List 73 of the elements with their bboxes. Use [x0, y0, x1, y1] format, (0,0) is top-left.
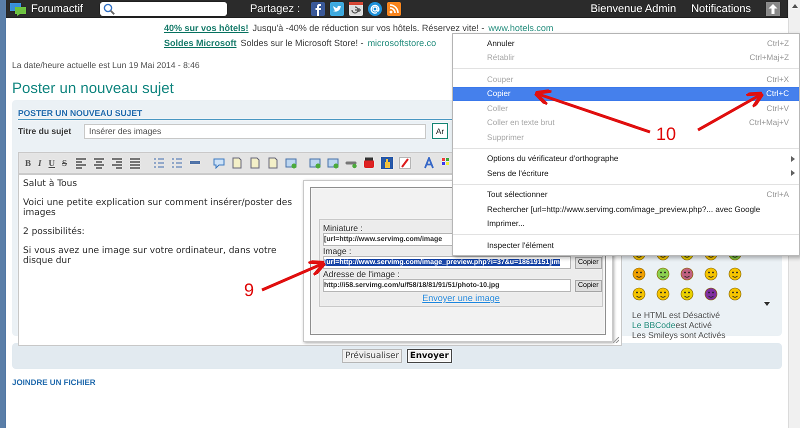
numbered-list-icon[interactable] — [171, 157, 184, 169]
ad-text: Jusqu'à -40% de réduction sur vos hôtels. Réservez vite! - — [252, 23, 484, 33]
justify-icon[interactable] — [129, 157, 142, 169]
brand-name[interactable]: Forumactif — [31, 3, 83, 15]
video-icon[interactable] — [363, 157, 376, 169]
up-arrow-icon[interactable] — [766, 2, 780, 16]
menu-item[interactable]: Imprimer... — [487, 219, 525, 228]
shortcut-text: Ctrl+Maj+Z — [749, 53, 789, 62]
send-button[interactable]: Envoyer — [407, 349, 452, 363]
shortcut-text: Ctrl+X — [766, 74, 789, 84]
menu-item[interactable]: Options du vérificateur d'orthographe — [487, 154, 618, 164]
shortcut-text: Ctrl+A — [766, 190, 789, 200]
page-title: Poster un nouveau sujet — [12, 80, 174, 99]
ad-link[interactable]: Soldes Microsoft — [164, 38, 237, 48]
subject-label: Titre du sujet — [18, 126, 72, 136]
search-icon — [102, 3, 115, 15]
menu-item[interactable]: Tout sélectionner — [487, 190, 548, 200]
flash-icon[interactable] — [399, 157, 412, 169]
current-date-text: La date/heure actuelle est Lun 19 Mai 2014 - 8:46 — [12, 60, 201, 70]
font-icon[interactable] — [423, 157, 436, 169]
shortcut-text: Ctrl+Maj+V — [748, 118, 789, 128]
menu-item[interactable]: Annuler — [487, 38, 515, 48]
align-left-icon[interactable] — [75, 157, 88, 169]
annotation-label: 10 — [656, 125, 676, 143]
message-text: Voici une petite explication sur comment insérer/poster des images — [23, 198, 293, 218]
annotation-label: 9 — [244, 281, 254, 299]
facebook-icon[interactable] — [311, 2, 326, 16]
share-label: Partagez : — [250, 3, 300, 15]
hand-icon[interactable] — [381, 157, 394, 169]
status-text: Le HTML est Désactivé — [632, 310, 722, 320]
align-right-icon[interactable] — [111, 157, 124, 169]
rss-icon[interactable] — [387, 2, 402, 16]
image-icon[interactable] — [309, 157, 322, 169]
scroll-up-icon[interactable] — [792, 4, 798, 8]
at-sign-icon[interactable] — [368, 2, 382, 16]
format-button[interactable]: S — [60, 158, 70, 168]
subject-field[interactable]: Insérer des images — [84, 124, 426, 138]
document-icon[interactable] — [249, 157, 262, 169]
shortcut-text: Ctrl+C — [766, 89, 789, 98]
ad-text: Soldes sur le Microsoft Store! - — [240, 38, 364, 48]
align-center-icon[interactable] — [93, 157, 106, 169]
field-label: Adresse de l'image : — [323, 269, 400, 279]
document-icon[interactable] — [231, 157, 244, 169]
format-button[interactable]: I — [36, 158, 44, 168]
field-label: Image : — [323, 246, 352, 256]
speech-bubble-icon[interactable] — [213, 157, 226, 169]
preview-button[interactable]: Prévisualiser — [342, 349, 402, 363]
ad-url-link[interactable]: www.hotels.com — [488, 23, 554, 33]
document-icon[interactable] — [267, 157, 280, 169]
shortcut-text: Ctrl+Z — [767, 38, 789, 48]
bullet-list-icon[interactable] — [153, 157, 166, 169]
image-icon[interactable] — [327, 157, 340, 169]
status-text: Les Smileys sont Activés — [632, 330, 726, 340]
side-button[interactable]: Ar — [432, 123, 448, 139]
scroll-down-icon[interactable] — [764, 302, 770, 306]
field-label: Miniature : — [323, 223, 363, 233]
message-text: 2 possibilités: — [23, 227, 86, 237]
bird-icon[interactable] — [330, 2, 344, 16]
menu-item[interactable]: Copier — [487, 89, 511, 98]
format-button[interactable]: U — [46, 158, 58, 168]
resize-grip-icon[interactable] — [613, 337, 619, 343]
status-text: Le BBCodeest Activé — [632, 320, 713, 330]
notifications-link[interactable]: Notifications — [691, 3, 751, 15]
attach-heading: JOINDRE UN FICHIER — [12, 379, 97, 387]
chat-bubble-icon — [10, 2, 26, 16]
format-button[interactable]: B — [23, 158, 34, 168]
image-icon[interactable] — [285, 157, 298, 169]
search-field[interactable] — [100, 2, 227, 16]
message-text: Si vous avez une image sur votre ordinateur, dans votre disque dur — [23, 246, 278, 266]
ad-url-link[interactable]: microsoftstore.co — [368, 38, 436, 48]
ad-link[interactable]: 40% sur vos hôtels! — [164, 23, 249, 33]
message-text: Salut à Tous — [23, 179, 78, 189]
welcome-link[interactable]: Bienvenue Admin — [590, 3, 676, 15]
